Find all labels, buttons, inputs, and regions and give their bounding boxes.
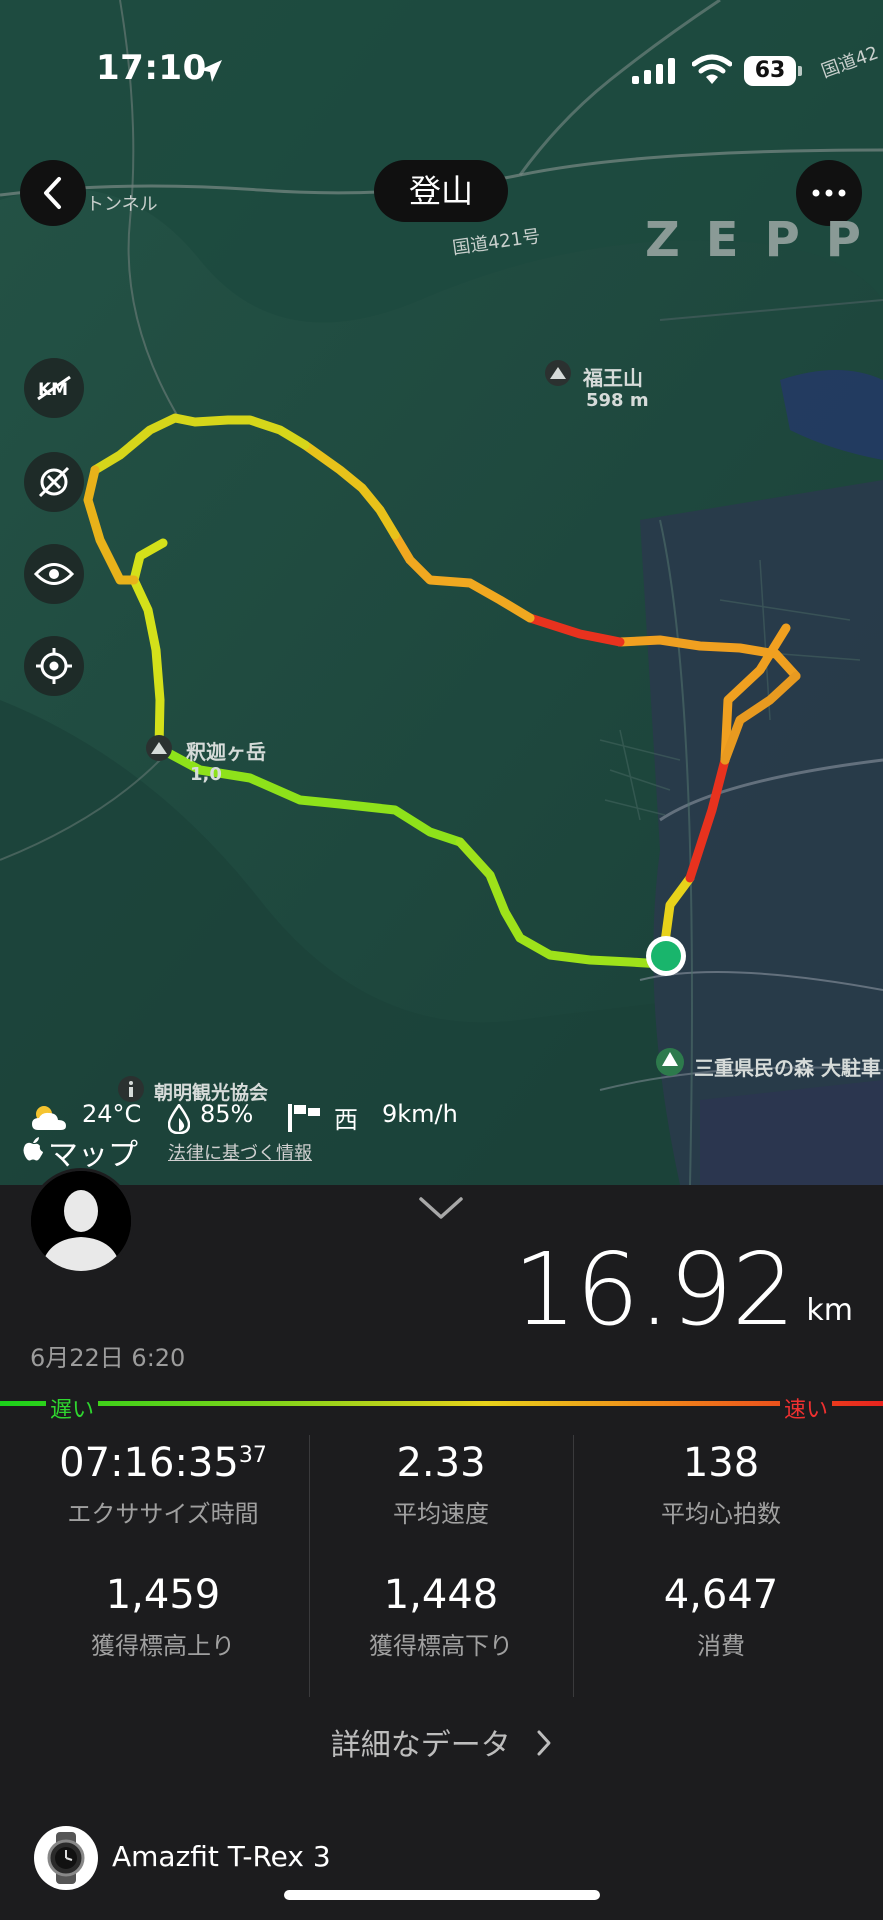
stats-divider [573, 1435, 574, 1697]
apple-logo-icon [23, 1137, 43, 1161]
locate-icon [36, 648, 72, 684]
stat-elevation-loss: 1,448 獲得標高下り [296, 1572, 586, 1661]
speed-off-icon [38, 466, 70, 498]
stat-value: 4,647 [663, 1572, 779, 1618]
distance-unit: km [806, 1293, 853, 1328]
heat-layer-toggle[interactable] [24, 452, 84, 512]
distance-display: 16.92 km [513, 1240, 853, 1340]
stat-label: 消費 [697, 1632, 745, 1660]
device-watch-icon [34, 1826, 98, 1890]
detailed-data-label: 詳細なデータ [330, 1728, 511, 1763]
detailed-data-link[interactable]: 詳細なデータ [0, 1720, 883, 1764]
stat-value: 07:16:3537 [59, 1440, 267, 1486]
stat-elevation-gain: 1,459 獲得標高上り [18, 1572, 308, 1661]
speed-legend-bar [0, 1401, 883, 1406]
distance-value: 16.92 [513, 1231, 795, 1348]
km-marker-icon: KM [37, 375, 71, 401]
wind-flag-icon [288, 1104, 320, 1132]
collapse-chevron-icon[interactable] [418, 1196, 464, 1220]
battery-indicator: 63 [744, 56, 796, 86]
battery-tip [798, 66, 802, 76]
stat-label: 平均心拍数 [661, 1500, 781, 1528]
peak-elevation-shaka: 1,0 [190, 764, 222, 785]
visibility-toggle[interactable] [24, 544, 84, 604]
stat-value: 1,448 [383, 1572, 499, 1618]
route-map[interactable]: 17:10 63 登山 ZEPP KM [0, 0, 883, 1185]
stat-label: 平均速度 [393, 1500, 489, 1528]
weather-humidity: 85% [200, 1100, 254, 1128]
cellular-signal-icon [632, 58, 675, 84]
stat-calories: 4,647 消費 [576, 1572, 866, 1661]
mountain-icon [146, 735, 172, 761]
recenter-button[interactable] [24, 636, 84, 696]
device-name: Amazfit T-Rex 3 [112, 1840, 331, 1873]
humidity-drop-icon [168, 1104, 190, 1134]
person-silhouette-icon [31, 1171, 131, 1271]
speed-legend-slow: 遅い [46, 1392, 99, 1424]
wifi-icon [692, 54, 732, 84]
weather-wind-direction: 西 [334, 1106, 358, 1134]
user-avatar[interactable] [28, 1168, 134, 1274]
map-label-forest-parking: 三重県民の森 大駐車 [694, 1056, 881, 1080]
km-markers-toggle[interactable]: KM [24, 358, 84, 418]
eye-icon [34, 563, 74, 585]
stat-value: 1,459 [105, 1572, 221, 1618]
weather-temperature: 24°C [82, 1100, 142, 1128]
stat-label: エクササイズ時間 [67, 1500, 259, 1528]
zepp-logo: ZEPP [645, 212, 883, 268]
stat-label: 獲得標高上り [91, 1632, 235, 1660]
apple-maps-attribution: マップ [48, 1138, 138, 1173]
home-indicator[interactable] [284, 1890, 600, 1900]
more-dots-icon [812, 189, 846, 197]
activity-date: 6月22日 6:20 [30, 1344, 186, 1372]
chevron-right-icon [537, 1730, 551, 1756]
back-button[interactable] [20, 160, 86, 226]
map-label-tunnel: トンネル [86, 194, 158, 215]
chevron-left-icon [44, 177, 61, 209]
weather-wind-speed: 9km/h [382, 1100, 458, 1128]
activity-type-title: 登山 [374, 160, 508, 222]
stat-value: 2.33 [396, 1440, 486, 1486]
status-time: 17:10 [96, 48, 207, 88]
legal-info-link[interactable]: 法律に基づく情報 [168, 1139, 312, 1165]
stat-value: 138 [682, 1440, 760, 1486]
peak-elevation-fukuou: 598 m [586, 390, 649, 411]
stat-average-speed: 2.33 平均速度 [296, 1440, 586, 1529]
location-arrow-icon [200, 60, 222, 82]
stat-average-heart-rate: 138 平均心拍数 [576, 1440, 866, 1529]
speed-legend-fast: 速い [780, 1392, 833, 1424]
peak-name-shaka: 釈迦ヶ岳 [186, 740, 266, 764]
info-icon [118, 1076, 144, 1102]
stat-label: 獲得標高下り [369, 1632, 513, 1660]
mountain-icon [545, 360, 571, 386]
stats-divider [309, 1435, 310, 1697]
peak-name-fukuou: 福王山 [583, 366, 643, 390]
stat-exercise-time: 07:16:3537 エクササイズ時間 [18, 1440, 308, 1529]
